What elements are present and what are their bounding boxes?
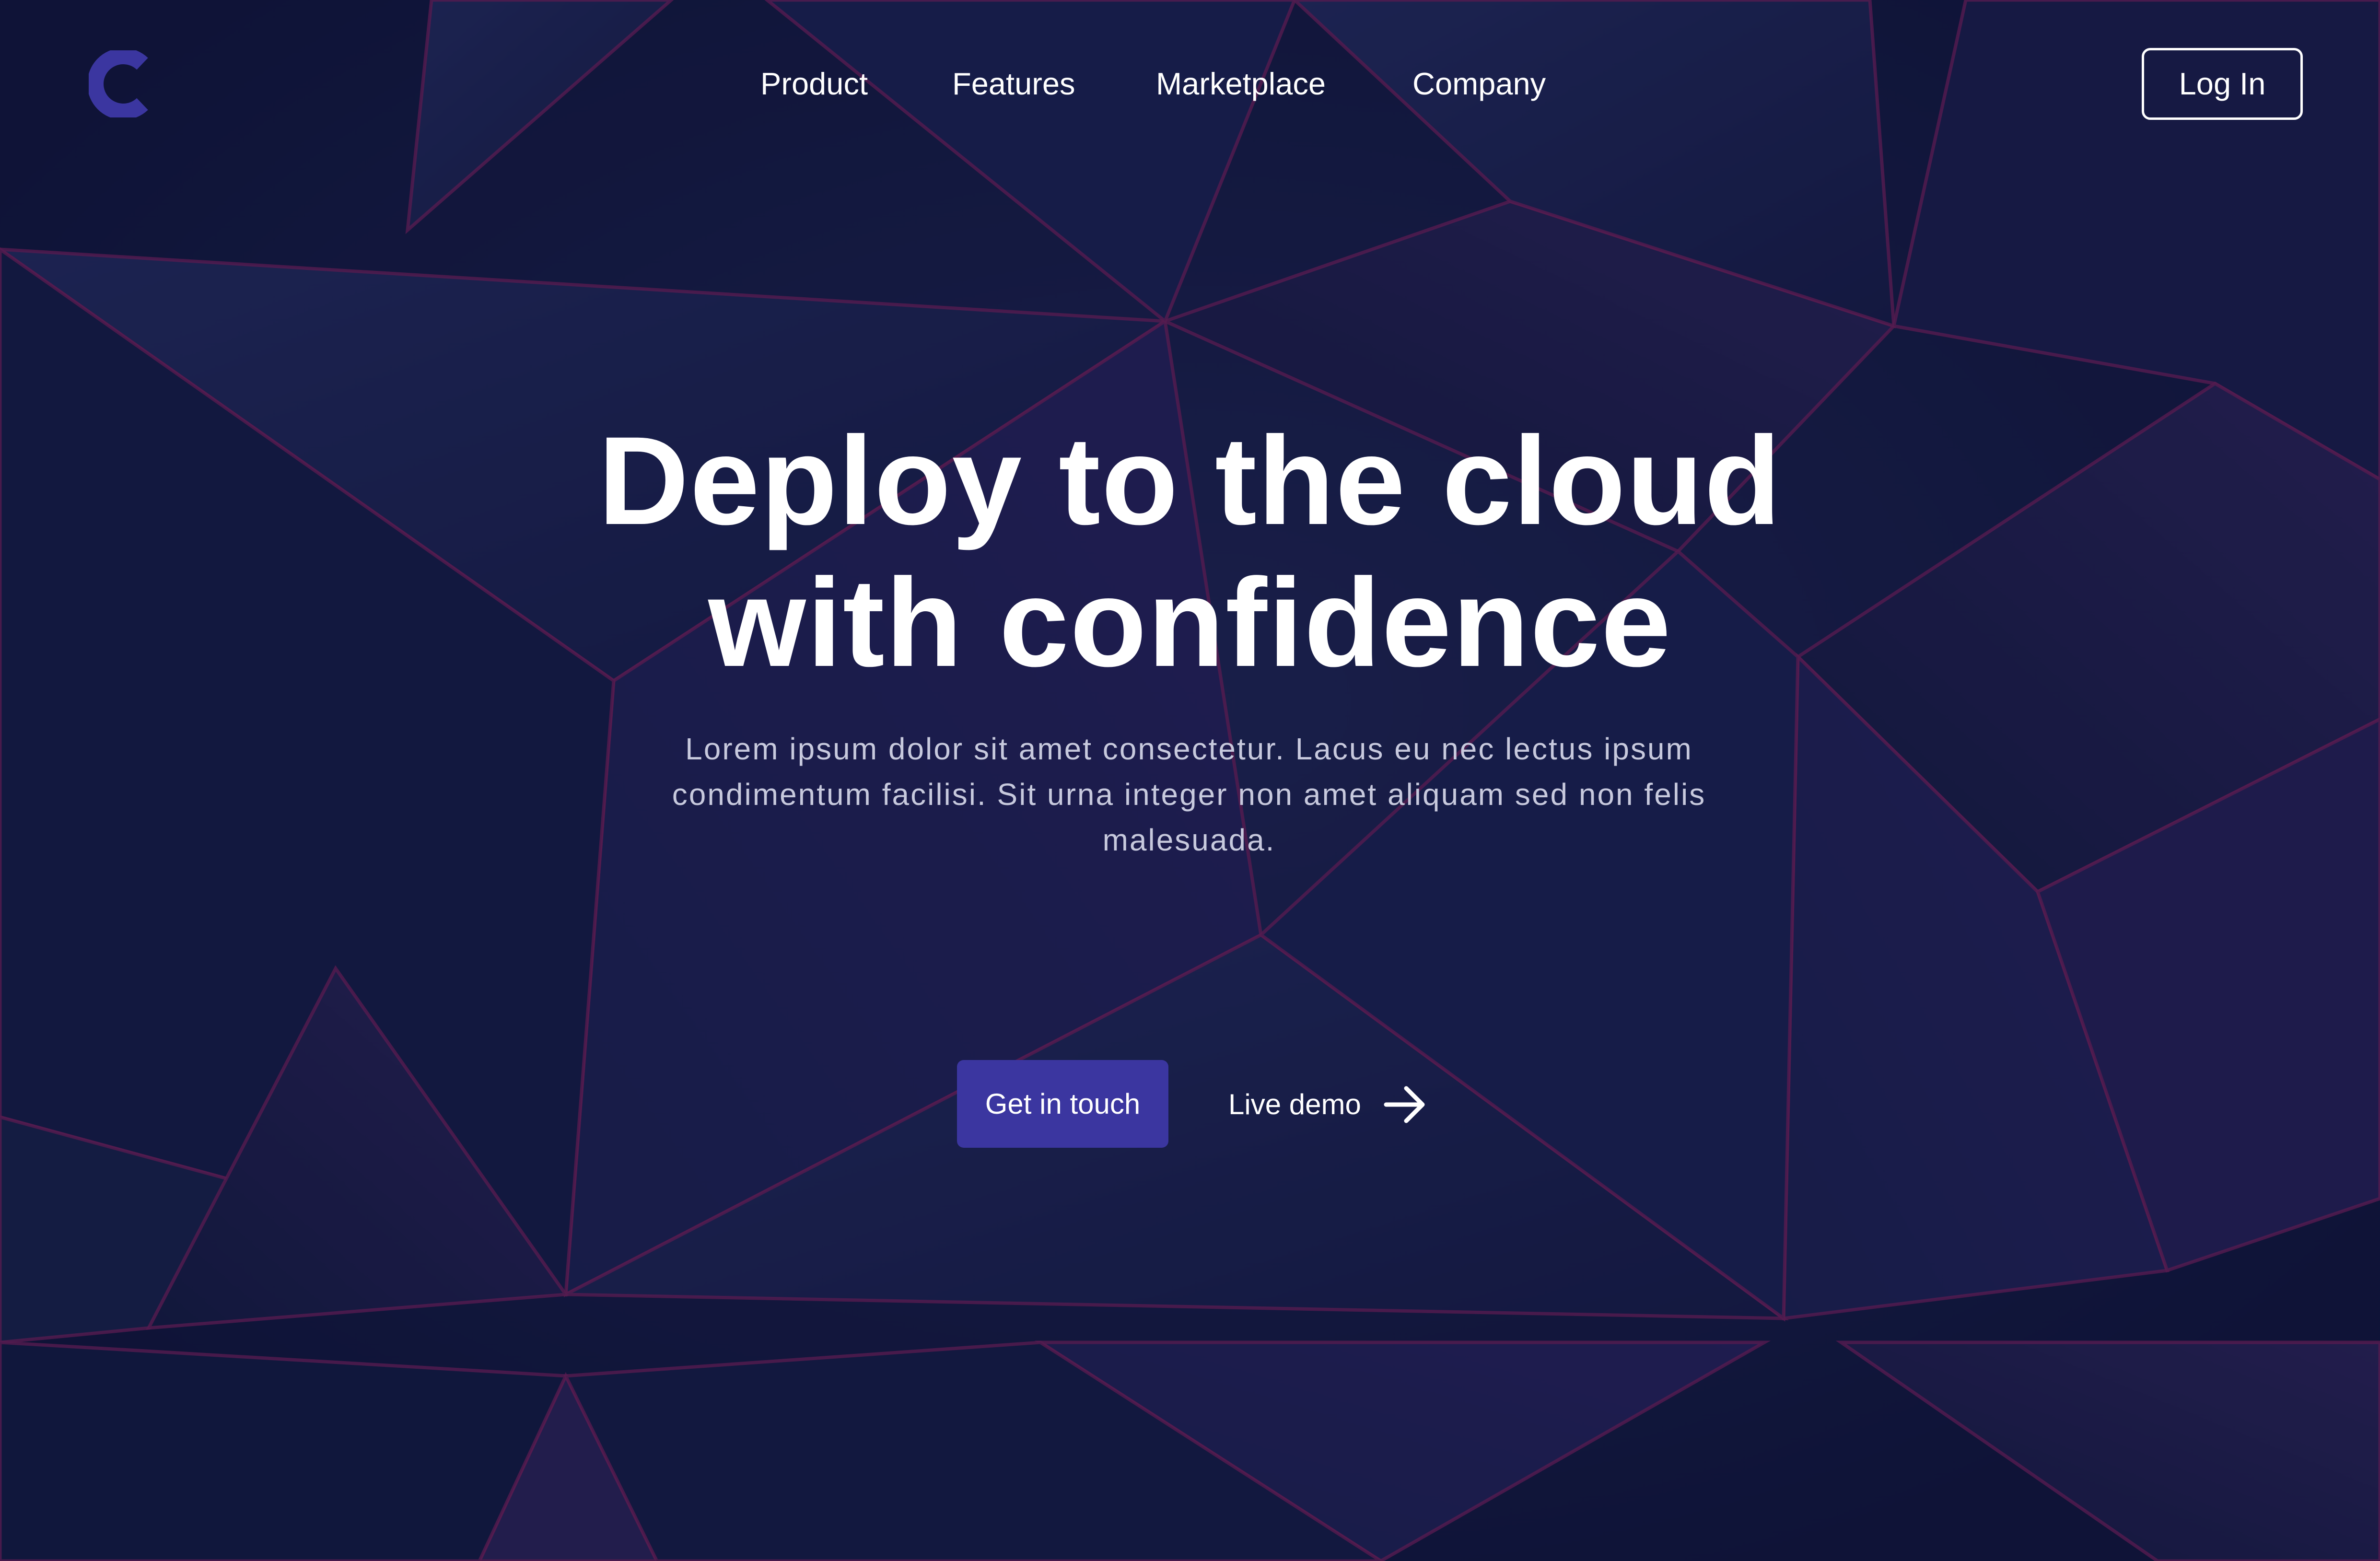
c-logo-icon[interactable] xyxy=(89,50,149,117)
nav-item-features[interactable]: Features xyxy=(952,63,1075,105)
arrow-right-icon xyxy=(1384,1086,1425,1123)
nav-item-company[interactable]: Company xyxy=(1412,63,1546,105)
hero-headline-line1: Deploy to the cloud xyxy=(598,410,1782,551)
hero-subtext-line1: Lorem ipsum dolor sit amet consectetur. … xyxy=(685,732,1693,766)
landing-page: Product Features Marketplace Company Log… xyxy=(0,0,2380,1561)
live-demo-link[interactable]: Live demo xyxy=(1228,1082,1426,1127)
login-button[interactable]: Log In xyxy=(2142,48,2303,120)
nav-item-product[interactable]: Product xyxy=(760,63,868,105)
live-demo-label: Live demo xyxy=(1228,1088,1361,1120)
hero-headline-line2: with confidence xyxy=(708,552,1672,693)
hero-subtext-line2: condimentum facilisi. Sit urna integer n… xyxy=(672,777,1706,812)
hero-headline: Deploy to the cloud with confidence xyxy=(0,410,2380,694)
hero-subtext-line3: malesuada. xyxy=(1102,823,1276,857)
nav-item-marketplace[interactable]: Marketplace xyxy=(1156,63,1326,105)
hero-subtext: Lorem ipsum dolor sit amet consectetur. … xyxy=(638,726,1740,863)
get-in-touch-button[interactable]: Get in touch xyxy=(957,1060,1168,1148)
